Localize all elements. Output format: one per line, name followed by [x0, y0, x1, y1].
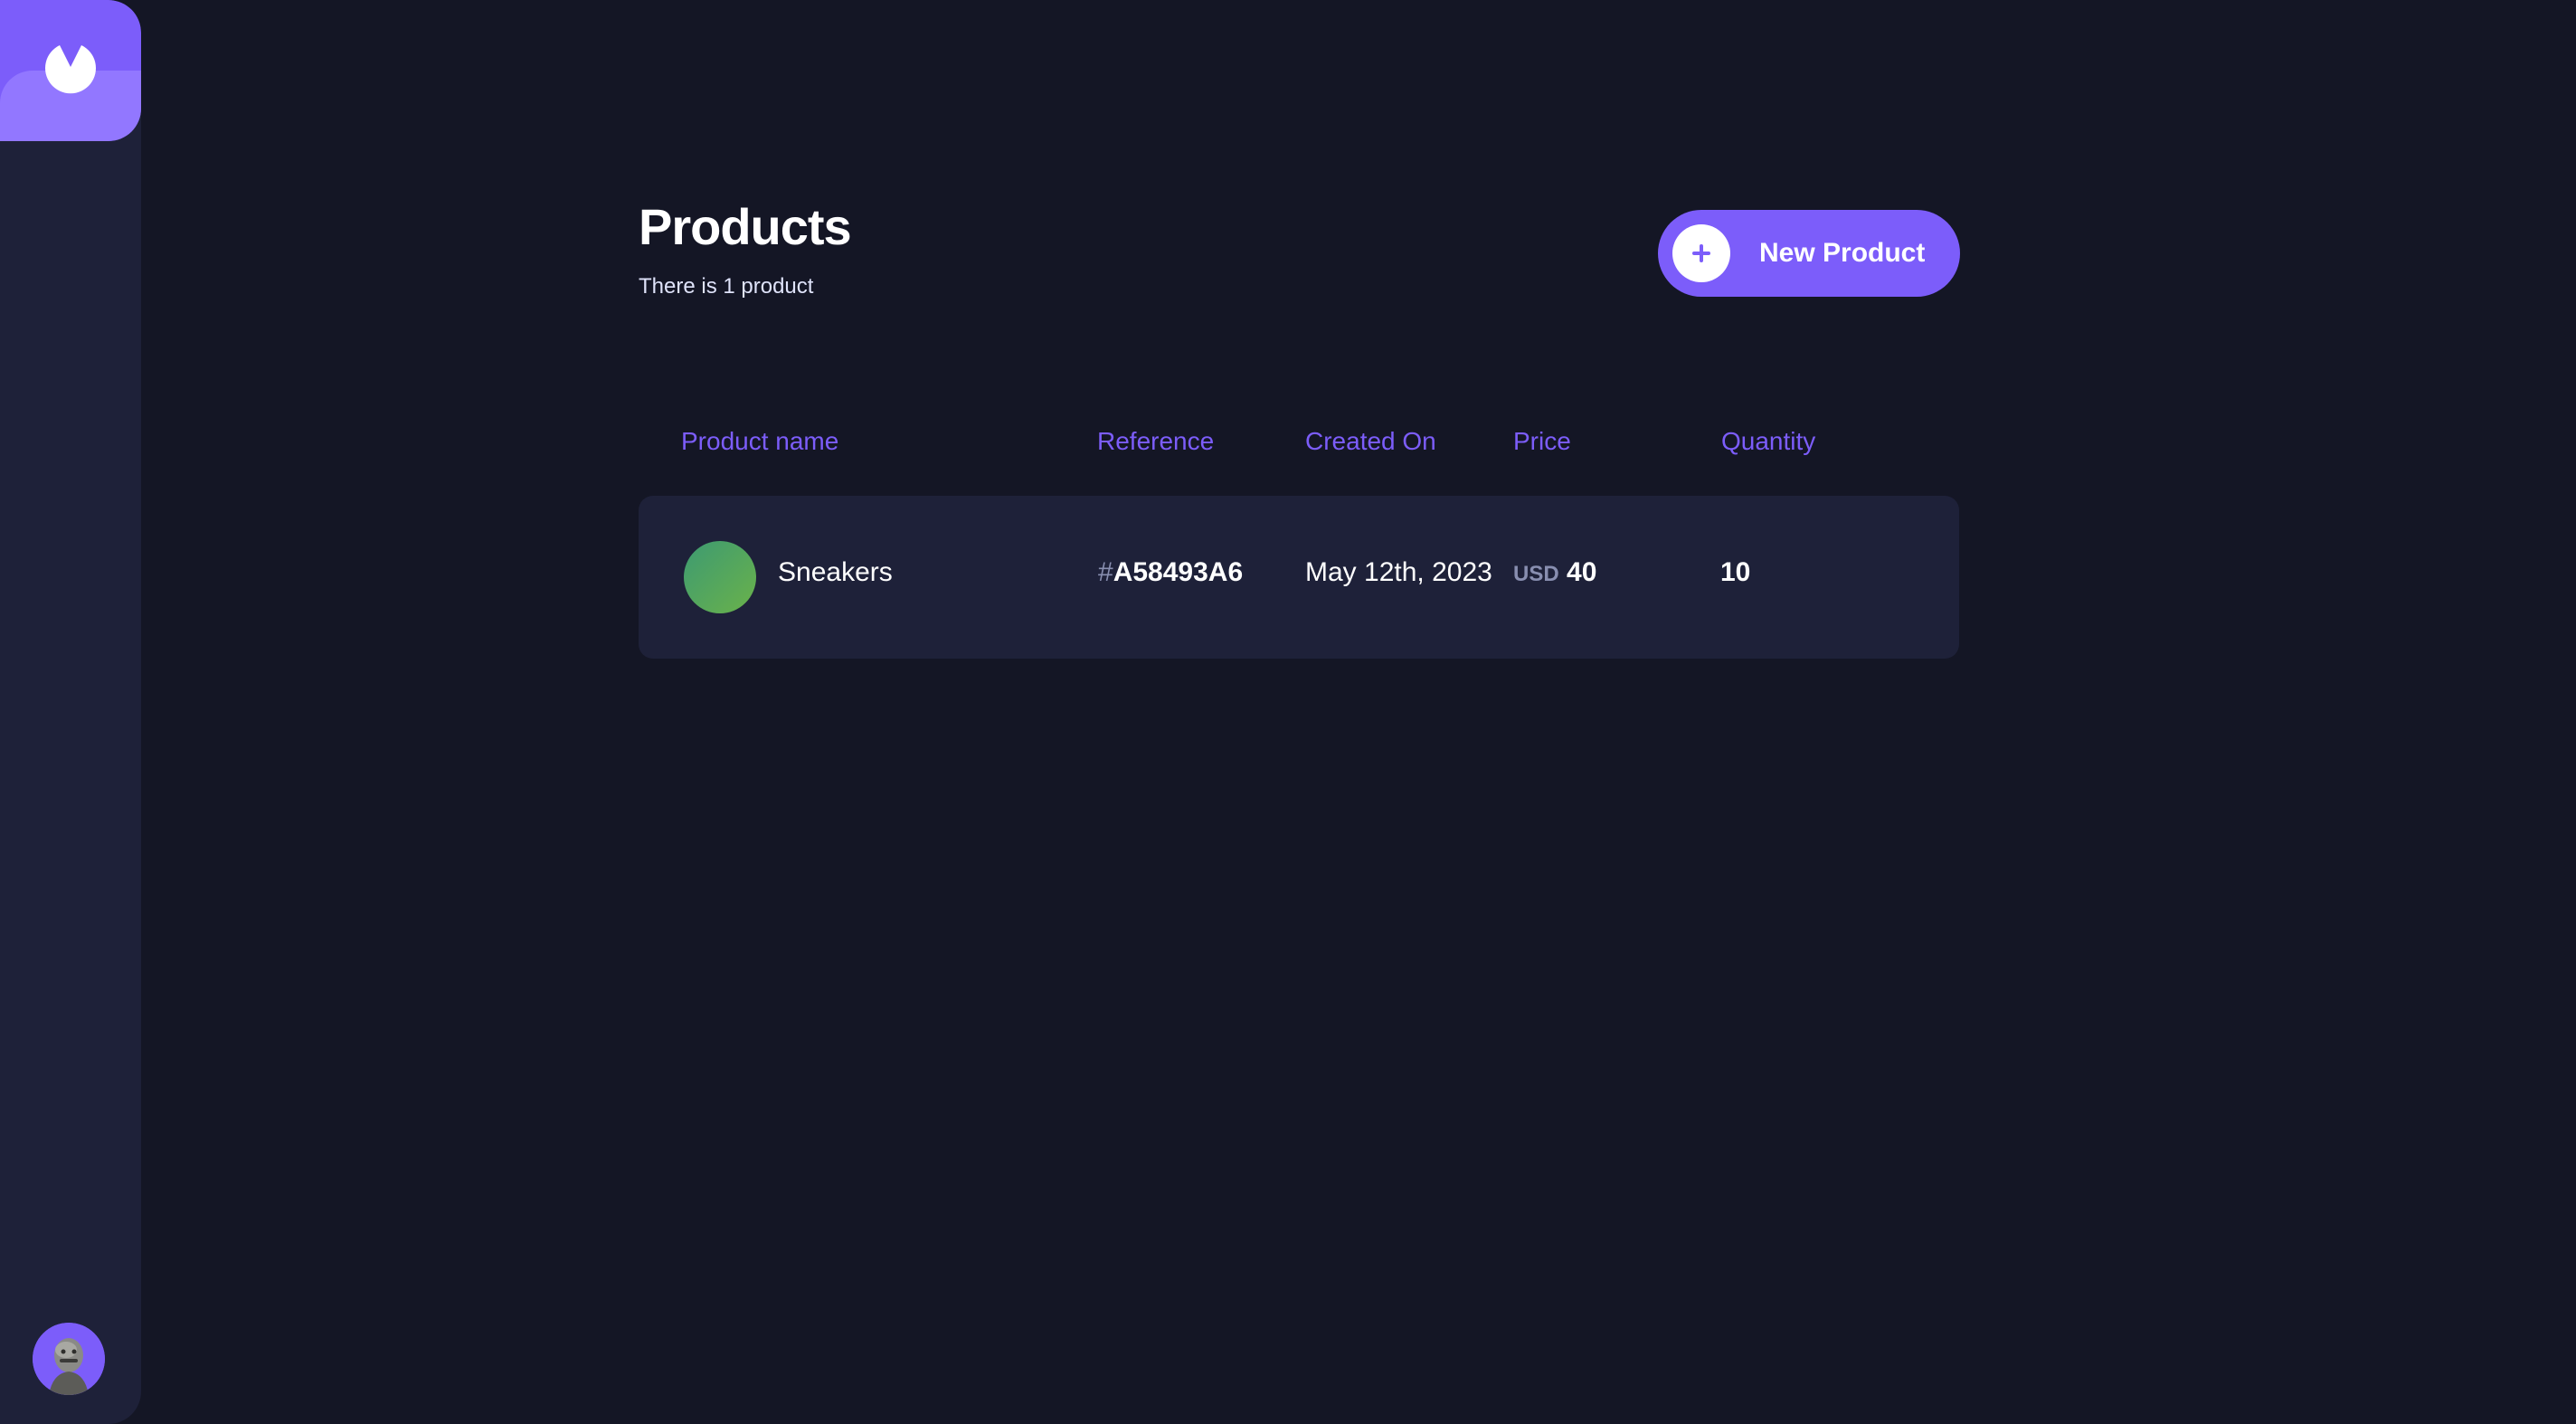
app-logo[interactable]	[0, 0, 141, 141]
new-product-label: New Product	[1759, 238, 1926, 268]
user-avatar[interactable]	[33, 1323, 105, 1395]
product-price: USD 40	[1513, 557, 1596, 588]
table-row[interactable]: Sneakers #A58493A6 May 12th, 2023 USD 40…	[639, 496, 1959, 659]
avatar-icon	[33, 1323, 105, 1395]
sidebar	[0, 0, 141, 1424]
currency: USD	[1513, 562, 1559, 586]
reference-value: A58493A6	[1113, 557, 1244, 587]
column-header-reference[interactable]: Reference	[1097, 427, 1214, 456]
reference-hash: #	[1098, 557, 1113, 587]
price-value: 40	[1567, 557, 1597, 587]
column-header-price[interactable]: Price	[1513, 427, 1571, 456]
product-thumbnail	[684, 541, 756, 613]
new-product-button[interactable]: New Product	[1658, 210, 1960, 297]
logo-icon	[45, 45, 96, 94]
created-on: May 12th, 2023	[1305, 557, 1492, 587]
product-quantity: 10	[1720, 557, 1751, 587]
product-count: There is 1 product	[639, 274, 814, 299]
product-name: Sneakers	[778, 557, 893, 587]
column-header-quantity[interactable]: Quantity	[1721, 427, 1815, 456]
page-title: Products	[639, 198, 852, 255]
column-header-product-name[interactable]: Product name	[681, 427, 838, 456]
column-header-created-on[interactable]: Created On	[1305, 427, 1436, 456]
plus-icon	[1672, 224, 1730, 282]
product-reference: #A58493A6	[1098, 557, 1243, 588]
